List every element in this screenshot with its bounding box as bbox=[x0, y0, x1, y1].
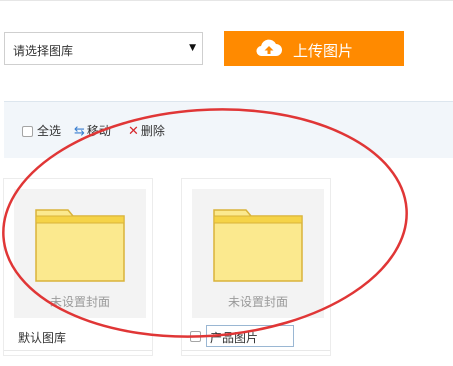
delete-label: 删除 bbox=[140, 124, 165, 138]
album-name[interactable]: 默认图库 bbox=[18, 329, 66, 346]
no-cover-text: 未设置封面 bbox=[49, 295, 110, 309]
delete-button[interactable]: ✕ 删除 bbox=[128, 122, 165, 139]
arrow-icon: ⇆ bbox=[74, 124, 85, 139]
chevron-down-icon: ▼ bbox=[189, 43, 196, 53]
gallery-select-value: 请选择图库 bbox=[13, 44, 74, 58]
move-label: 移动 bbox=[86, 124, 111, 138]
top-divider bbox=[0, 0, 453, 1]
card-divider bbox=[4, 350, 152, 351]
upload-image-button[interactable]: 上传图片 bbox=[224, 31, 404, 66]
upload-label: 上传图片 bbox=[293, 42, 354, 60]
album-checkbox[interactable] bbox=[190, 331, 201, 342]
no-cover-text: 未设置封面 bbox=[227, 295, 288, 309]
select-all-control[interactable]: 全选 bbox=[22, 122, 61, 138]
album-name-input[interactable]: 产品图片 bbox=[206, 325, 294, 347]
cloud-upload-icon bbox=[256, 39, 282, 60]
album-card[interactable]: 未设置封面 产品图片 bbox=[181, 178, 331, 356]
album-cover[interactable]: 未设置封面 bbox=[192, 189, 324, 318]
folder-icon bbox=[35, 209, 125, 282]
select-all-checkbox[interactable] bbox=[22, 126, 33, 137]
album-card[interactable]: 未设置封面 默认图库 bbox=[3, 178, 153, 356]
batch-toolbar: 全选 ⇆ 移动 ✕ 删除 bbox=[4, 101, 453, 158]
folder-icon bbox=[213, 209, 303, 282]
move-button[interactable]: ⇆ 移动 bbox=[74, 122, 111, 139]
close-icon: ✕ bbox=[128, 124, 139, 139]
gallery-select[interactable]: 请选择图库 ▼ bbox=[4, 32, 203, 65]
select-all-label: 全选 bbox=[37, 124, 62, 138]
card-divider bbox=[182, 350, 330, 351]
album-cover[interactable]: 未设置封面 bbox=[14, 189, 146, 318]
